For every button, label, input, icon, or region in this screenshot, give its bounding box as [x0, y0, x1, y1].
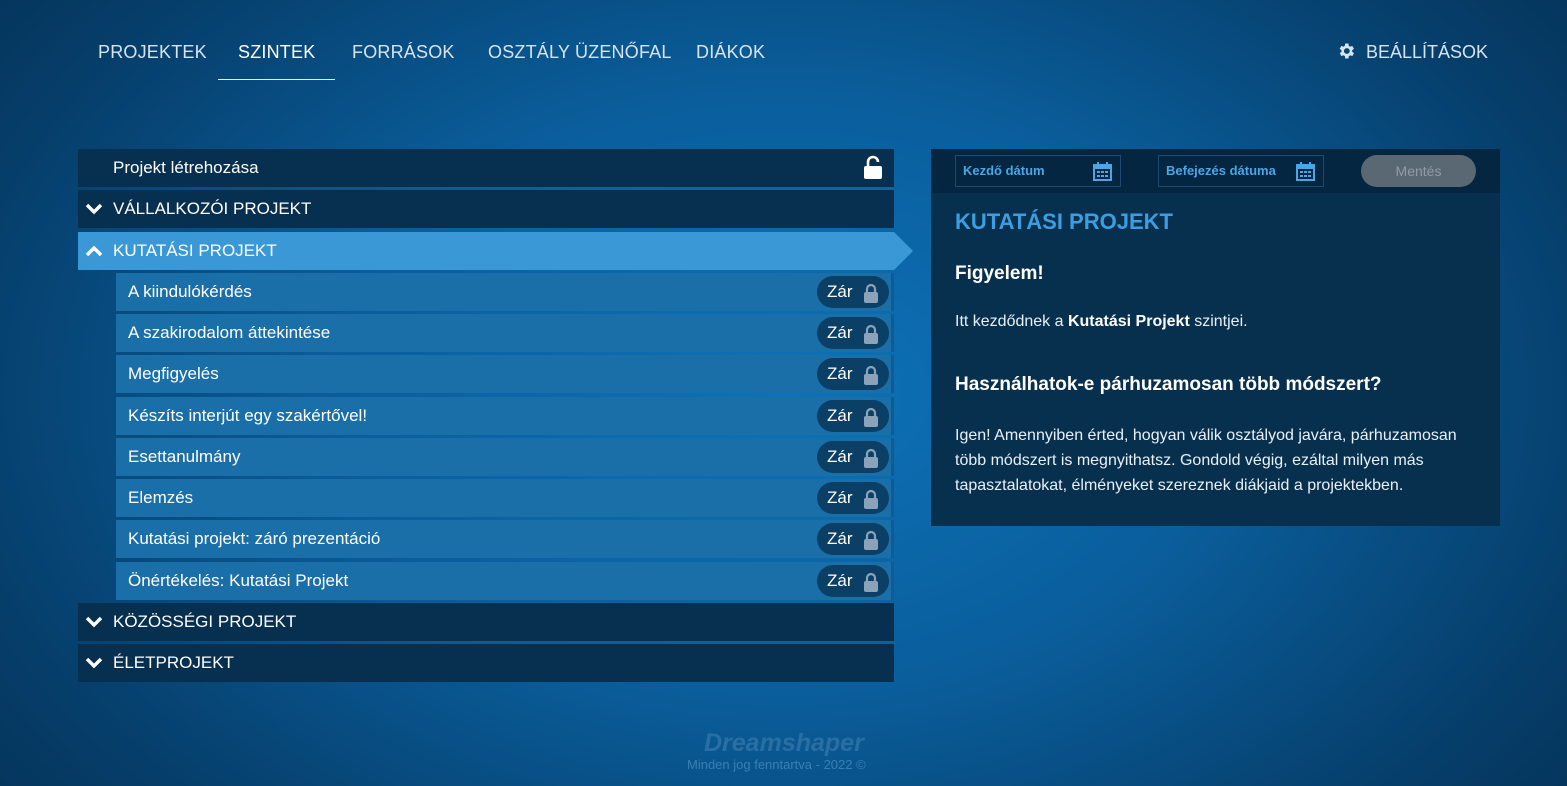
tab-szintek[interactable]: SZINTEK — [218, 26, 336, 80]
chevron-down-icon — [85, 203, 103, 215]
level-item[interactable]: Önértékelés: Kutatási Projekt Zár — [116, 562, 894, 600]
lock-button[interactable]: Zár — [817, 523, 889, 555]
chevron-down-icon — [85, 657, 103, 669]
level-item[interactable]: Esettanulmány Zár — [116, 438, 894, 476]
level-item[interactable]: Megfigyelés Zár — [116, 355, 894, 393]
group-label: KUTATÁSI PROJEKT — [113, 241, 277, 260]
level-item[interactable]: Készíts interjút egy szakértővel! Zár — [116, 397, 894, 435]
end-date-placeholder: Befejezés dátuma — [1166, 163, 1276, 178]
level-item[interactable]: Kutatási projekt: záró prezentáció Zár — [116, 520, 894, 558]
lock-button[interactable]: Zár — [817, 565, 889, 597]
intro-text-start: Itt kezdődnek a — [955, 313, 1068, 330]
lock-icon — [864, 572, 878, 592]
settings-link[interactable]: BEÁLLÍTÁSOK — [1336, 26, 1488, 78]
calendar-icon[interactable] — [1296, 162, 1315, 181]
lock-button[interactable]: Zár — [817, 441, 889, 473]
group-vallalkozoi-projekt[interactable]: VÁLLALKOZÓI PROJEKT — [78, 190, 894, 228]
group-label: ÉLETPROJEKT — [113, 653, 234, 672]
group-kozossegi-projekt[interactable]: KÖZÖSSÉGI PROJEKT — [78, 603, 894, 641]
svg-text:Dreamshaper: Dreamshaper — [704, 729, 865, 757]
intro-text: Itt kezdődnek a Kutatási Projekt szintje… — [955, 313, 1248, 331]
intro-text-bold: Kutatási Projekt — [1067, 313, 1190, 330]
lock-button-label: Zár — [827, 529, 853, 548]
lock-button[interactable]: Zár — [817, 317, 889, 349]
top-navigation: PROJEKTEK SZINTEK FORRÁSOK OSZTÁLY ÜZENŐ… — [0, 0, 1567, 100]
level-item-label: Készíts interjút egy szakértővel! — [128, 406, 368, 425]
chevron-up-icon — [85, 245, 103, 257]
lock-button-label: Zár — [827, 571, 853, 590]
tab-diakok[interactable]: DIÁKOK — [676, 26, 785, 80]
level-item[interactable]: A szakirodalom áttekintése Zár — [116, 314, 894, 352]
tab-forrasok[interactable]: FORRÁSOK — [332, 26, 475, 80]
answer-text: Igen! Amennyiben érted, hogyan válik osz… — [955, 427, 1457, 494]
level-detail-panel: Kezdő dátum Befejezés dátuma Mentés KUTA… — [931, 149, 1500, 526]
level-item-label: Megfigyelés — [128, 364, 219, 383]
create-project-label: Projekt létrehozása — [113, 158, 259, 177]
level-item[interactable]: A kiindulókérdés Zár — [116, 273, 894, 311]
group-label: KÖZÖSSÉGI PROJEKT — [113, 612, 297, 631]
copyright-text: Minden jog fenntartva - 2022 © — [687, 757, 866, 772]
lock-icon — [864, 324, 878, 344]
lock-button[interactable]: Zár — [817, 276, 889, 308]
lock-button-label: Zár — [827, 488, 853, 507]
lock-icon — [864, 530, 878, 550]
lock-icon — [864, 407, 878, 427]
unlock-icon[interactable] — [863, 155, 883, 180]
tab-projektek[interactable]: PROJEKTEK — [78, 26, 227, 80]
level-item-label: A kiindulókérdés — [128, 282, 252, 301]
lock-button-label: Zár — [827, 282, 853, 301]
lock-icon — [864, 365, 878, 385]
intro-text-end: szintjei. — [1189, 313, 1248, 330]
level-item-label: Önértékelés: Kutatási Projekt — [128, 571, 349, 590]
save-button[interactable]: Mentés — [1361, 155, 1476, 187]
lock-button-label: Zár — [827, 447, 853, 466]
tab-osztaly-uzenofal[interactable]: OSZTÁLY ÜZENŐFAL — [468, 26, 692, 80]
lock-button-label: Zár — [827, 323, 853, 342]
settings-label: BEÁLLÍTÁSOK — [1366, 42, 1489, 62]
lock-button-label: Zár — [827, 406, 853, 425]
panel-title: KUTATÁSI PROJEKT — [955, 209, 1173, 234]
calendar-icon[interactable] — [1093, 162, 1112, 181]
level-item-label: Kutatási projekt: záró prezentáció — [128, 529, 381, 548]
group-kutatasi-projekt[interactable]: KUTATÁSI PROJEKT — [78, 232, 913, 270]
lock-button[interactable]: Zár — [817, 358, 889, 390]
dreamshaper-logo: Dreamshaper — [704, 729, 865, 757]
start-date-field[interactable]: Kezdő dátum — [955, 155, 1121, 187]
lock-button[interactable]: Zár — [817, 482, 889, 514]
lock-icon — [864, 489, 878, 509]
lock-button-label: Zár — [827, 364, 853, 383]
question-heading: Használhatok-e párhuzamosan több módszer… — [955, 374, 1382, 395]
lock-button[interactable]: Zár — [817, 400, 889, 432]
group-label: VÁLLALKOZÓI PROJEKT — [113, 199, 312, 218]
level-item-label: Elemzés — [128, 488, 194, 507]
level-item[interactable]: Elemzés Zár — [116, 479, 894, 517]
chevron-down-icon — [85, 616, 103, 628]
level-item-label: Esettanulmány — [128, 447, 241, 466]
warning-heading: Figyelem! — [955, 263, 1044, 284]
level-item-label: A szakirodalom áttekintése — [128, 323, 331, 342]
start-date-placeholder: Kezdő dátum — [963, 163, 1045, 178]
group-eletprojekt[interactable]: ÉLETPROJEKT — [78, 644, 894, 682]
create-project-row[interactable]: Projekt létrehozása — [78, 149, 894, 187]
lock-icon — [864, 283, 878, 303]
date-toolbar: Kezdő dátum Befejezés dátuma Mentés — [931, 149, 1500, 193]
end-date-field[interactable]: Befejezés dátuma — [1158, 155, 1324, 187]
gear-icon — [1339, 43, 1354, 59]
lock-icon — [864, 448, 878, 468]
